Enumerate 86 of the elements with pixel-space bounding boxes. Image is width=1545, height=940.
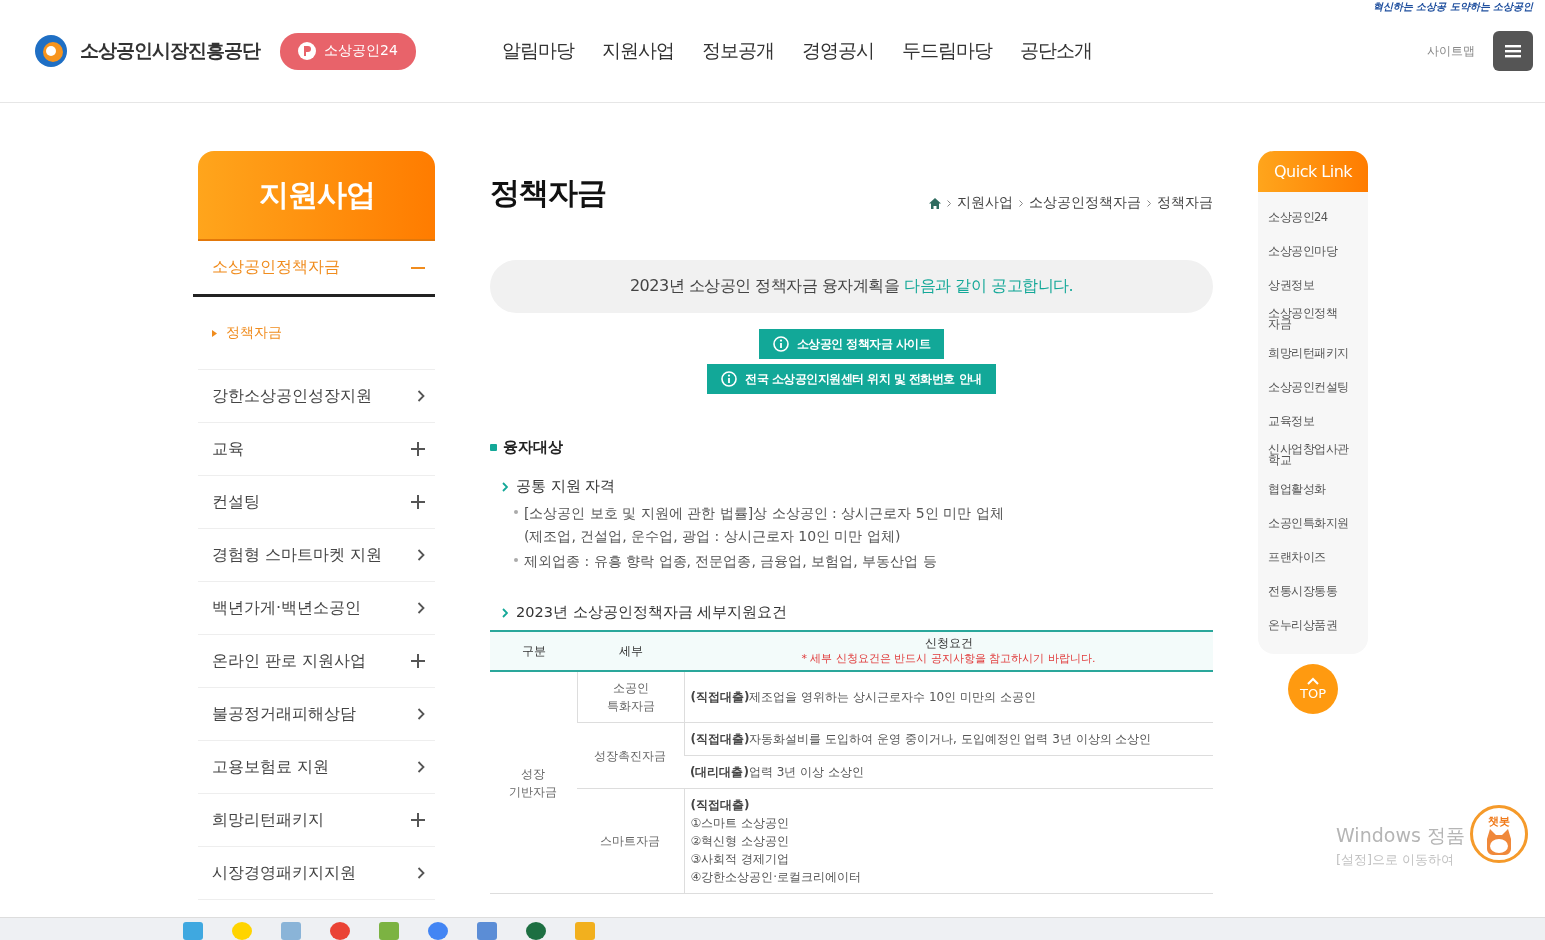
quick-link-item[interactable]: 소상공인정책 자금	[1268, 308, 1362, 330]
table-cell: (대리대출)업력 3년 이상 소상인	[690, 765, 865, 779]
column-header: 신청요건	[923, 636, 974, 651]
chevron-right-icon	[417, 549, 425, 561]
notice-text: 2023년 소상공인 정책자금 융자계획을 다음과 같이 공고합니다.	[629, 276, 1074, 297]
column-header: 세부	[618, 643, 643, 658]
nav-link[interactable]: 공단소개	[1019, 38, 1092, 64]
chevron-right-icon	[417, 708, 425, 720]
activation-notice-text: Windows 정품	[1336, 823, 1465, 848]
plus-icon	[411, 813, 425, 827]
nav-link[interactable]: 알림마당	[501, 38, 574, 64]
mascot-icon	[1484, 829, 1514, 857]
plus-icon	[411, 495, 425, 509]
info-icon	[772, 336, 789, 352]
bullet-icon	[514, 510, 518, 514]
square-bullet-icon	[490, 444, 497, 451]
table-cell: 소공인 특화자금	[606, 681, 655, 713]
column-header: 구분	[521, 643, 546, 658]
chevron-right-icon	[1147, 199, 1151, 207]
quick-link-item[interactable]: 협업활성화	[1268, 478, 1362, 500]
table-cell: (직접대출)자동화설비를 도입하여 운영 중이거나, 도입예정인 업력 3년 이상의 소상인	[690, 732, 1152, 746]
info-icon	[721, 371, 738, 387]
nav-link[interactable]: 정보공개	[701, 38, 774, 64]
bullet-text: 제외업종 : 유흥 향락 업종, 전문업종, 금융업, 보험업, 부동산업 등	[524, 552, 937, 571]
sidebar-item[interactable]: 희망리턴패키지	[198, 794, 435, 847]
sidebar-item[interactable]: 백년가게·백년소공인	[198, 582, 435, 635]
chevron-right-icon	[947, 199, 951, 207]
quick-link-item[interactable]: 소공인특화지원	[1268, 512, 1362, 534]
quick-link-item[interactable]: 소상공인24	[1268, 206, 1362, 228]
table-cell: 성장 기반자금	[509, 766, 558, 799]
quick-link-item[interactable]: 상권정보	[1268, 274, 1362, 296]
triangle-icon	[212, 329, 217, 337]
sidebar-item[interactable]: 온라인 판로 지원사업	[198, 635, 435, 688]
sidebar-item[interactable]: 경험형 스마트마켓 지원	[198, 529, 435, 582]
quick-link-item[interactable]: 소상공인컨설팅	[1268, 376, 1362, 398]
breadcrumb-link[interactable]: 지원사업	[957, 194, 1013, 212]
chevron-right-icon	[502, 481, 508, 492]
quick-link-item[interactable]: 전통시장통통	[1268, 580, 1362, 602]
quick-link-item[interactable]: 희망리턴패키지	[1268, 342, 1362, 364]
sidebar-item[interactable]: 강한소상공인성장지원	[198, 370, 435, 423]
chevron-right-icon	[417, 761, 425, 773]
table-cell: (직접대출) ①스마트 소상공인 ②혁신형 소상공인 ③사회적 경제기업 ④강한소상공인·로컬크리에이터	[690, 798, 862, 884]
bullet-icon	[514, 558, 518, 562]
quick-link-item[interactable]: 온누리상품권	[1268, 614, 1362, 636]
minus-icon	[411, 266, 425, 269]
nav-link[interactable]: 두드림마당	[901, 38, 992, 64]
chevron-up-icon	[1307, 677, 1319, 685]
quick-link-item[interactable]: 신사업창업사관 학교	[1268, 444, 1362, 466]
page-title: 정책자금	[490, 174, 606, 212]
table-cell: (직접대출)제조업을 영위하는 상시근로자수 10인 미만의 소공인	[690, 690, 1036, 704]
bullet-text: [소상공인 보호 및 지원에 관한 법률]상 소상공인 : 상시근로자 5인 미만 업체 (제조업, 건설업, 운수업, 광업 : 상시근로자 10인 미만 업체)	[524, 504, 1004, 546]
nav-link[interactable]: 지원사업	[601, 38, 674, 64]
logo-text[interactable]: 소상공인시장진흥공단	[80, 38, 260, 64]
subsection-title: 2023년 소상공인정책자금 세부지원요건	[516, 603, 788, 622]
sidebar-item[interactable]: 시장경영패키지지원	[198, 847, 435, 900]
plus-icon	[411, 654, 425, 668]
table-cell: 스마트자금	[600, 834, 661, 848]
chevron-right-icon	[417, 602, 425, 614]
slogan-text: 혁신하는 소상공 도약하는 소상공인	[1372, 0, 1533, 14]
sidebar-item[interactable]: 컨설팅	[198, 476, 435, 529]
quick-link-title: Quick Link	[1258, 151, 1368, 192]
table-cell: 성장촉진자금	[594, 748, 667, 763]
chevron-right-icon	[417, 867, 425, 879]
subsection-title: 공통 지원 자격	[516, 477, 616, 496]
plus-icon	[411, 442, 425, 456]
quick-link-item[interactable]: 프랜차이즈	[1268, 546, 1362, 568]
breadcrumb-link[interactable]: 정책자금	[1157, 194, 1213, 212]
sidebar-item[interactable]: 불공정거래피해상담	[198, 688, 435, 741]
breadcrumb-link[interactable]: 소상공인정책자금	[1029, 194, 1141, 212]
home-icon	[929, 197, 941, 209]
menu-icon	[1505, 44, 1521, 58]
activation-notice-text: [설정]으로 이동하여	[1336, 851, 1455, 869]
chevron-right-icon	[1019, 199, 1023, 207]
p-icon	[298, 42, 316, 60]
chevron-right-icon	[417, 390, 425, 402]
section-title: 융자대상	[503, 438, 563, 457]
column-note: * 세부 신청요건은 반드시 공지사항을 참고하시기 바랍니다.	[800, 651, 1097, 666]
sidebar-item[interactable]: 고용보험료 지원	[198, 741, 435, 794]
sidebar-item[interactable]: 교육	[198, 423, 435, 476]
sitemap-link[interactable]: 사이트맵	[1427, 42, 1475, 60]
nav-link[interactable]: 경영공시	[801, 38, 874, 64]
sidebar-title: 지원사업	[198, 151, 435, 241]
chevron-right-icon	[502, 607, 508, 618]
quick-link-item[interactable]: 소상공인마당	[1268, 240, 1362, 262]
quick-link-item[interactable]: 교육정보	[1268, 410, 1362, 432]
menu-button[interactable]	[1493, 31, 1533, 71]
